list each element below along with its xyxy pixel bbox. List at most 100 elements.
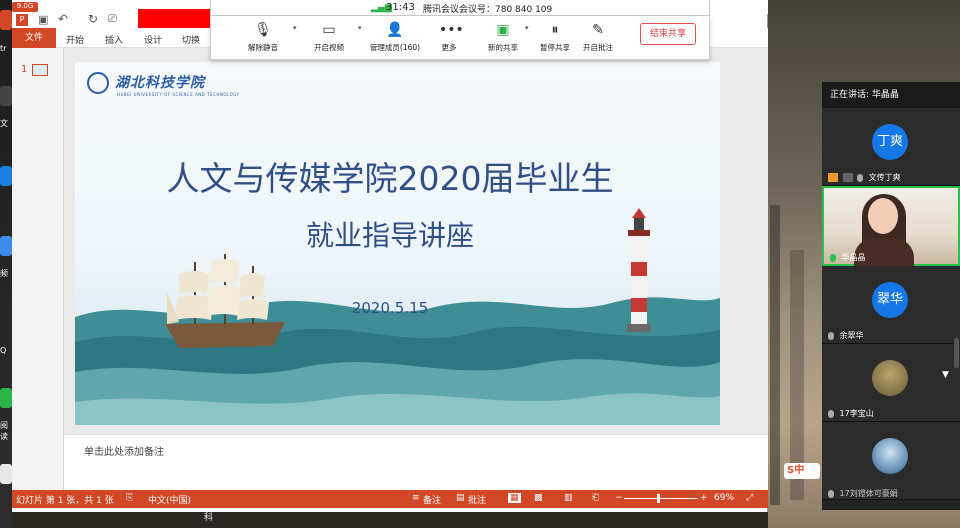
host-icon xyxy=(828,173,838,182)
comments-toggle[interactable]: 批注 xyxy=(468,493,486,506)
mic-icon xyxy=(828,409,834,418)
participant-tile[interactable]: 17李宝山 xyxy=(822,344,960,422)
university-logo-icon xyxy=(87,72,109,94)
participant-name: 17李宝山 xyxy=(828,408,874,419)
mic-icon xyxy=(828,331,834,340)
meeting-duration: 31:43 xyxy=(386,2,415,13)
participant-tile[interactable]: 丁爽 文传丁爽 xyxy=(822,108,960,186)
tab-home[interactable]: 开始 xyxy=(66,33,84,46)
university-logo-subtitle: HUBEI UNIVERSITY OF SCIENCE AND TECHNOLO… xyxy=(117,92,240,97)
desktop-icon[interactable] xyxy=(0,86,12,106)
slideshow-view-icon[interactable]: ⎗ xyxy=(592,493,599,503)
participant-name-text: 文传丁爽 xyxy=(868,173,901,182)
comments-icon[interactable]: ▤ xyxy=(456,493,465,503)
desktop-label: 阅读 xyxy=(0,421,8,441)
panel-scrollbar[interactable] xyxy=(954,338,959,368)
ime-toolbar[interactable]: S中 xyxy=(784,463,820,479)
redo-icon[interactable]: ↻ xyxy=(88,12,98,26)
participant-video-tile[interactable]: 华晶晶 xyxy=(822,186,960,266)
mic-icon xyxy=(828,489,834,498)
memory-badge: 9.0G xyxy=(12,2,38,12)
save-icon[interactable]: ▣ xyxy=(38,13,48,26)
wallpaper-tower xyxy=(770,205,780,505)
zoom-slider-thumb[interactable] xyxy=(657,494,661,503)
share-icon xyxy=(842,173,853,182)
desktop-label: tr xyxy=(0,44,7,53)
participant-name: 华晶晶 xyxy=(830,252,866,263)
status-bar: 幻灯片 第 1 张，共 1 张 ⎘ 中文(中国) ≡ 备注 ▤ 批注 ▦ ▩ ▥… xyxy=(12,490,768,508)
scroll-down-icon[interactable]: ▼ xyxy=(942,370,949,380)
desktop-icon[interactable] xyxy=(0,236,12,256)
start-video-button[interactable]: ▭ 开启视频 xyxy=(299,16,359,60)
participant-name: 17刘镫体可豪娟 xyxy=(828,488,898,499)
video-face xyxy=(868,198,898,234)
desktop-left-strip: tr 文 频 Q 阅读 xyxy=(0,0,12,528)
notes-toggle-icon[interactable]: ≡ xyxy=(412,493,420,503)
chevron-down-icon[interactable]: ▾ xyxy=(358,24,362,32)
participant-name-text: 17李宝山 xyxy=(839,409,874,418)
annotate-button[interactable]: ✎ 开启批注 xyxy=(568,16,628,60)
notes-placeholder: 单击此处添加备注 xyxy=(84,447,164,458)
meeting-id[interactable]: 会议号：780 840 109 xyxy=(459,2,552,15)
fit-slide-icon[interactable]: ⤢ xyxy=(746,493,753,503)
new-share-button[interactable]: ▣ 新的共享 xyxy=(473,16,533,60)
end-share-button[interactable]: 结束共享 xyxy=(640,23,696,45)
avatar-image xyxy=(872,360,908,396)
spellcheck-icon[interactable]: ⎘ xyxy=(126,493,133,503)
ppt-app-icon[interactable] xyxy=(0,10,12,30)
slide-info: 幻灯片 第 1 张，共 1 张 xyxy=(16,496,114,506)
reading-view-icon[interactable]: ▥ xyxy=(564,493,573,503)
participant-name-text: 华晶晶 xyxy=(841,253,866,262)
speaking-indicator: 正在讲话: 华晶晶 xyxy=(822,82,960,108)
zoom-out-icon[interactable]: − xyxy=(615,493,623,503)
desktop-icon[interactable] xyxy=(0,388,12,408)
bottom-text: 科 xyxy=(204,513,214,523)
unmute-button[interactable]: 🎙 解除静音 xyxy=(233,16,293,60)
pause-icon: ⏸ xyxy=(551,22,559,38)
undo-icon[interactable]: ↶ xyxy=(58,12,68,26)
meeting-app-title: 腾讯会议 xyxy=(423,5,460,15)
desktop-icon[interactable] xyxy=(0,166,12,186)
tab-transitions[interactable]: 切换 xyxy=(182,33,200,46)
more-icon: ••• xyxy=(439,22,464,38)
tab-file[interactable]: 文件 xyxy=(12,28,56,48)
tab-insert[interactable]: 插入 xyxy=(105,33,123,46)
language-label[interactable]: 中文(中国) xyxy=(148,493,191,506)
desktop-label: 频 xyxy=(0,269,8,278)
unmute-label: 解除静音 xyxy=(248,43,278,52)
participant-name: 余翠华 xyxy=(828,330,864,341)
zoom-level[interactable]: 69% xyxy=(714,493,734,503)
share-screen-icon: ▣ xyxy=(496,22,510,38)
participant-name: 文传丁爽 xyxy=(828,172,901,183)
zoom-in-icon[interactable]: + xyxy=(700,493,708,503)
members-icon: 👤 xyxy=(386,22,404,38)
slide-date: 2020.5.15 xyxy=(351,299,429,317)
meeting-toolbar: 🎙 解除静音 ▾ ▭ 开启视频 ▾ 👤 管理成员(160) ••• 更多 ▣ 新… xyxy=(210,16,710,60)
sorter-view-icon[interactable]: ▩ xyxy=(534,493,543,503)
manage-members-button[interactable]: 👤 管理成员(160) xyxy=(365,16,425,60)
redacted-bar xyxy=(138,9,220,29)
normal-view-icon[interactable]: ▦ xyxy=(508,493,521,503)
present-icon[interactable]: ⎚ xyxy=(108,12,117,26)
start-video-label: 开启视频 xyxy=(314,43,344,52)
participant-tile[interactable]: 17刘镫体可豪娟 xyxy=(822,422,960,500)
desktop-icon[interactable] xyxy=(0,464,12,484)
zoom-slider[interactable] xyxy=(624,498,698,499)
thumbnail-pane xyxy=(12,48,64,500)
more-button[interactable]: ••• 更多 xyxy=(419,16,479,60)
notes-pane[interactable]: 单击此处添加备注 xyxy=(64,434,768,490)
app-logo-icon: P xyxy=(16,14,28,26)
mic-muted-icon: 🎙 xyxy=(254,22,272,38)
slide-thumbnail[interactable] xyxy=(32,64,48,76)
meeting-info-bar: ▂▄▆ 31:43 腾讯会议 会议号：780 840 109 xyxy=(210,0,710,16)
participant-name-text: 余翠华 xyxy=(839,331,864,340)
participant-tile[interactable]: 翠华 余翠华 xyxy=(822,266,960,344)
desktop-label: 文 xyxy=(0,119,8,128)
mic-active-icon xyxy=(830,253,836,262)
slide[interactable]: 湖北科技学院 HUBEI UNIVERSITY OF SCIENCE AND T… xyxy=(75,62,720,425)
chevron-down-icon[interactable]: ▾ xyxy=(293,24,297,32)
thumbnail-number: 1 xyxy=(21,64,28,75)
notes-toggle[interactable]: 备注 xyxy=(423,493,441,506)
tab-design[interactable]: 设计 xyxy=(144,33,162,46)
avatar: 丁爽 xyxy=(872,124,908,160)
